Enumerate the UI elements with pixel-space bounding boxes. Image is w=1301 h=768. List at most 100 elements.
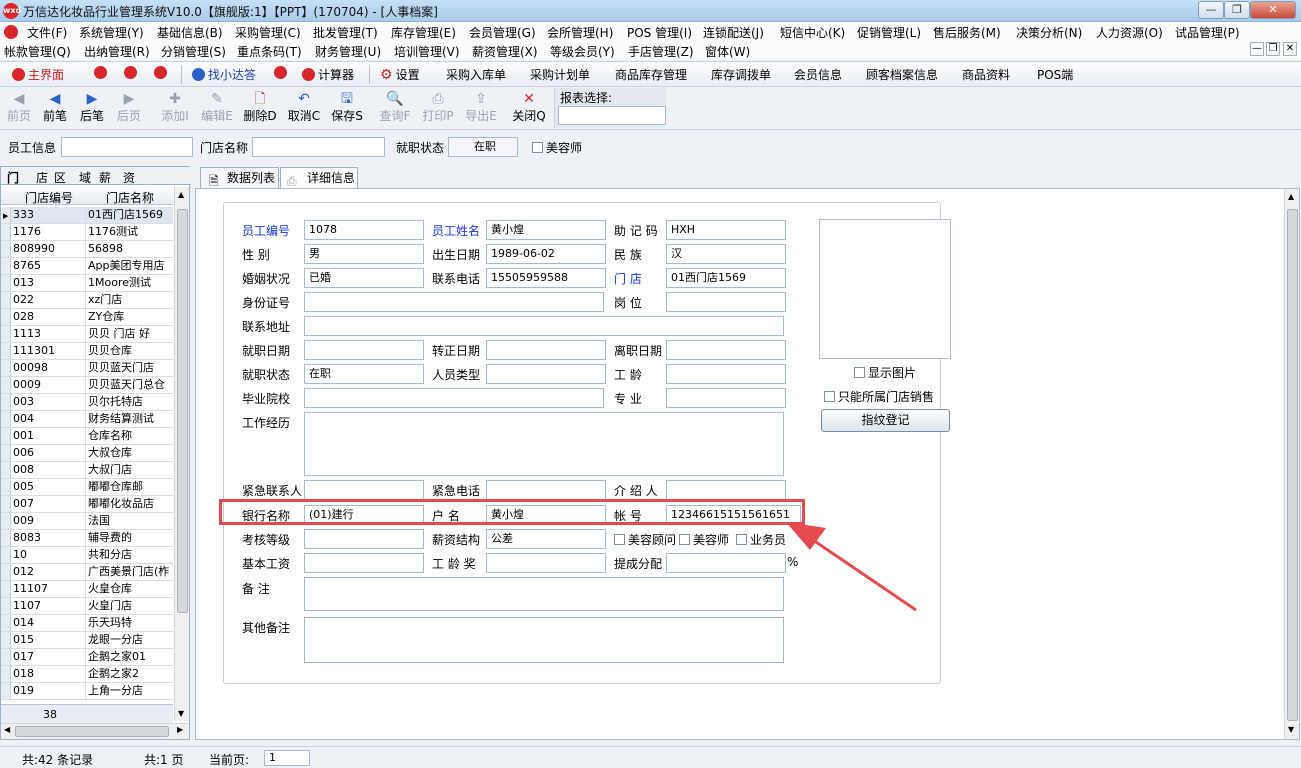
table-row[interactable]: 8765 App美团专用店 xyxy=(1,258,173,275)
table-row[interactable]: 017 企鹅之家01 xyxy=(1,649,173,666)
shortcut-member-info[interactable]: 会员信息 xyxy=(794,66,842,83)
chat-shortcut[interactable] xyxy=(124,66,140,80)
save-button[interactable]: 🖫 保存S xyxy=(330,90,364,124)
emergency-contact-input[interactable] xyxy=(304,480,424,500)
menu-member[interactable]: 会员管理(G) xyxy=(469,24,536,41)
table-row[interactable]: 008 大叔门店 xyxy=(1,462,173,479)
table-row[interactable]: 018 企鹅之家2 xyxy=(1,666,173,683)
left-tab-region-2[interactable]: 域 xyxy=(79,169,91,186)
left-tab-region-1[interactable]: 区 xyxy=(54,169,66,186)
table-row[interactable]: 1176 1176测试 xyxy=(1,224,173,241)
phone-input[interactable]: 15505959588 xyxy=(486,268,606,288)
regular-date-input[interactable] xyxy=(486,340,606,360)
shortcut-product[interactable]: 商品资料 xyxy=(962,66,1010,83)
marital-input[interactable]: 已婚 xyxy=(304,268,424,288)
table-row[interactable]: 00098 贝贝蓝天门店 xyxy=(1,360,173,377)
delete-button[interactable]: 🗋 删除D xyxy=(243,90,277,124)
shortcut-stock-manage[interactable]: 商品库存管理 xyxy=(615,66,687,83)
scroll-thumb[interactable] xyxy=(177,209,188,613)
table-row[interactable]: 111301 贝贝仓库 xyxy=(1,343,173,360)
status-input[interactable]: 在职 xyxy=(304,364,424,384)
ethnic-input[interactable]: 汉 xyxy=(666,244,786,264)
address-input[interactable] xyxy=(304,316,784,336)
hire-date-input[interactable] xyxy=(304,340,424,360)
only-store-sales-checkbox[interactable]: 只能所属门店销售 xyxy=(824,388,934,405)
table-row[interactable]: 10 共和分店 xyxy=(1,547,173,564)
mdi-close-icon[interactable]: ✕ xyxy=(1283,42,1297,56)
work-history-input[interactable] xyxy=(304,412,784,476)
leave-date-input[interactable] xyxy=(666,340,786,360)
scroll-down-icon[interactable]: ▼ xyxy=(178,709,184,718)
menu-salary[interactable]: 薪资管理(X) xyxy=(472,43,538,60)
table-row[interactable]: 808990 56898 xyxy=(1,241,173,258)
table-row[interactable]: 022 xz门店 xyxy=(1,292,173,309)
menu-basic-info[interactable]: 基础信息(B) xyxy=(157,24,223,41)
gender-input[interactable]: 男 xyxy=(304,244,424,264)
menu-accounts[interactable]: 帐款管理(Q) xyxy=(4,43,71,60)
menu-system[interactable]: 系统管理(Y) xyxy=(79,24,144,41)
salesperson-checkbox[interactable]: 业务员 xyxy=(736,531,786,548)
table-row[interactable]: 003 贝尔托特店 xyxy=(1,394,173,411)
table-row[interactable]: 009 法国 xyxy=(1,513,173,530)
emergency-phone-input[interactable] xyxy=(486,480,606,500)
shortcut-purchase-plan[interactable]: 采购计划单 xyxy=(530,66,590,83)
other-remark-input[interactable] xyxy=(304,617,784,663)
shortcut-pos[interactable]: POS端 xyxy=(1037,66,1073,83)
menu-decision[interactable]: 决策分析(N) xyxy=(1016,24,1082,41)
report-select-input[interactable] xyxy=(558,106,666,125)
left-tab-salary-2[interactable]: 资 xyxy=(123,169,135,186)
menu-finance[interactable]: 财务管理(U) xyxy=(315,43,381,60)
table-row[interactable]: 006 大叔仓库 xyxy=(1,445,173,462)
emp-name-input[interactable]: 黄小煌 xyxy=(486,220,606,240)
first-page-button[interactable]: ◀ 前页 xyxy=(2,90,36,124)
table-row[interactable]: 1107 火皇门店 xyxy=(1,598,173,615)
store-filter-input[interactable] xyxy=(252,137,385,157)
lock-shortcut[interactable] xyxy=(94,66,110,80)
school-input[interactable] xyxy=(304,388,604,408)
scroll-right-icon[interactable]: ▶ xyxy=(177,725,183,734)
menu-handstore[interactable]: 手店管理(Z) xyxy=(628,43,694,60)
table-row[interactable]: 014 乐天玛特 xyxy=(1,615,173,632)
shortcut-transfer[interactable]: 库存调拨单 xyxy=(711,66,771,83)
table-row[interactable]: 028 ZY仓库 xyxy=(1,309,173,326)
print-button[interactable]: ⎙ 打印P xyxy=(421,90,455,124)
menu-distribution[interactable]: 分销管理(S) xyxy=(161,43,226,60)
restore-button[interactable]: ❐ xyxy=(1224,1,1250,19)
left-tab-store-2[interactable]: 店 xyxy=(36,169,48,186)
table-row[interactable]: 1113 贝贝 门店 好 xyxy=(1,326,173,343)
shortcut-calc[interactable]: 计算器 xyxy=(302,66,354,83)
tab-data-list[interactable]: 🗎 数据列表 xyxy=(200,167,279,189)
grade-input[interactable] xyxy=(304,529,424,549)
table-row[interactable]: 004 财务结算测试 xyxy=(1,411,173,428)
content-scrollbar[interactable]: ▲ ▼ xyxy=(1284,189,1299,739)
staff-type-input[interactable] xyxy=(486,364,606,384)
next-record-button[interactable]: ▶ 后笔 xyxy=(75,90,109,124)
col-store-code[interactable]: 门店编号 xyxy=(12,189,86,206)
mdi-minimize-icon[interactable]: — xyxy=(1250,42,1264,56)
query-button[interactable]: 🔍 查询F xyxy=(378,90,412,124)
menu-window[interactable]: 窗体(W) xyxy=(705,43,750,60)
table-row[interactable]: 013 1Moore测试 xyxy=(1,275,173,292)
menu-club[interactable]: 会所管理(H) xyxy=(547,24,613,41)
employee-filter-input[interactable] xyxy=(61,137,193,157)
scroll-up-icon[interactable]: ▲ xyxy=(178,190,184,199)
menu-cashier[interactable]: 出纳管理(R) xyxy=(84,43,150,60)
beautician-checkbox[interactable]: 美容师 xyxy=(679,531,729,548)
table-row[interactable]: 0009 贝贝蓝天门总仓 xyxy=(1,377,173,394)
shield-shortcut[interactable] xyxy=(154,66,170,80)
table-row[interactable]: 001 仓库名称 xyxy=(1,428,173,445)
commission-input[interactable] xyxy=(666,553,786,573)
prev-record-button[interactable]: ◀ 前笔 xyxy=(38,90,72,124)
store-grid-hscroll[interactable]: ◀ ▶ xyxy=(1,723,189,739)
remark-input[interactable] xyxy=(304,577,784,611)
table-row[interactable]: 012 广西美景门店(柞 xyxy=(1,564,173,581)
last-page-button[interactable]: ▶ 后页 xyxy=(112,90,146,124)
salary-struct-input[interactable]: 公差 xyxy=(486,529,606,549)
seniority-input[interactable] xyxy=(666,364,786,384)
minimize-button[interactable]: — xyxy=(1198,1,1224,19)
close-form-button[interactable]: ✕ 关闭Q xyxy=(512,90,546,124)
advisor-checkbox[interactable]: 美容顾问 xyxy=(614,531,676,548)
base-salary-input[interactable] xyxy=(304,553,424,573)
house-shortcut[interactable] xyxy=(274,66,290,80)
col-store-name[interactable]: 门店名称 xyxy=(87,189,173,206)
